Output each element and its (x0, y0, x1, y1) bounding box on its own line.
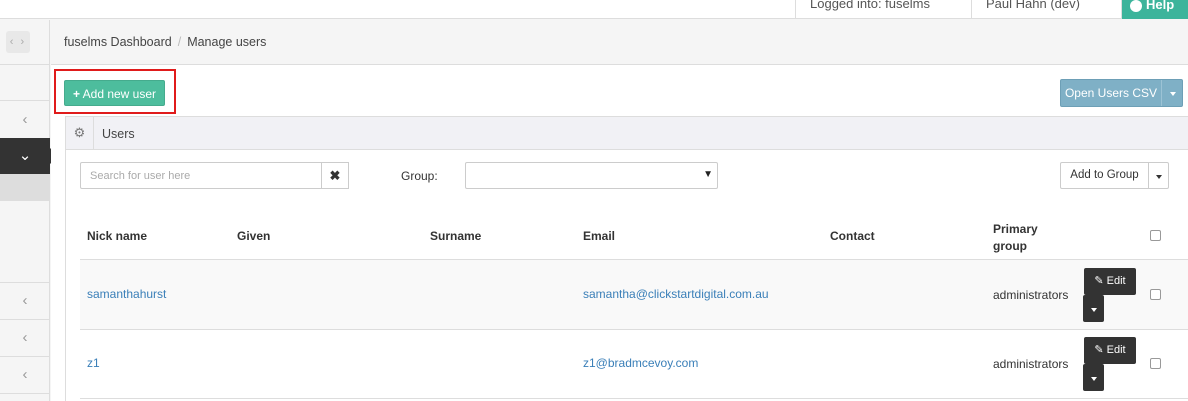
sidebar-subitem[interactable] (0, 174, 50, 201)
edit-label: Edit (1106, 275, 1126, 287)
row-nick-link[interactable]: samanthahurst (87, 287, 166, 301)
caret-down-icon (1156, 174, 1162, 179)
top-header: Logged into: fuselms Paul Hahn (dev) Hel… (0, 0, 1188, 19)
row-checkbox[interactable] (1150, 358, 1161, 369)
column-header-contact[interactable]: Contact (830, 229, 875, 243)
row-primary-group: administrators (993, 357, 1069, 371)
main-content: + Add new user Open Users CSV ⚙ Users ✖ … (51, 65, 1188, 401)
breadcrumb: fuselms Dashboard / Manage users (51, 20, 1188, 65)
logged-in-label: Logged into: fuselms (795, 0, 972, 19)
sidebar-divider (0, 393, 50, 394)
sidebar-item-chevron-icon[interactable]: ‹ (0, 283, 50, 319)
open-users-csv-label: Open Users CSV (1064, 86, 1158, 100)
gear-icon[interactable]: ⚙ (66, 117, 94, 149)
edit-button[interactable]: ✎ Edit (1084, 268, 1136, 295)
panel-title: Users (102, 127, 135, 141)
column-header-primary-line2: group (993, 239, 1027, 253)
row-nick-link[interactable]: z1 (87, 356, 100, 370)
add-to-group-label: Add to Group (1070, 169, 1139, 181)
user-menu[interactable]: Paul Hahn (dev) (971, 0, 1122, 19)
add-to-group-button[interactable]: Add to Group (1060, 162, 1169, 189)
column-header-primary-group[interactable]: Primary group (993, 221, 1038, 255)
caret-down-icon (1090, 376, 1097, 381)
sidebar-toggle-arrows-icon[interactable]: ‹ › (6, 31, 30, 53)
plus-icon: + (72, 87, 80, 101)
breadcrumb-current: Manage users (187, 35, 267, 49)
row-actions-dropdown[interactable] (1083, 295, 1104, 322)
group-label: Group: (401, 169, 438, 183)
row-checkbox[interactable] (1150, 289, 1161, 300)
sidebar-item-users-active[interactable]: ⌄ (0, 138, 58, 174)
group-select[interactable]: ▼ (465, 162, 718, 189)
panel-header: ⚙ Users (66, 117, 1188, 150)
help-icon (1130, 0, 1142, 12)
edit-icon: ✎ (1094, 344, 1104, 356)
sidebar-item-collapse-icon[interactable]: ‹ (0, 102, 50, 138)
help-button[interactable]: Help (1122, 0, 1188, 19)
sidebar-divider (0, 100, 50, 101)
clear-search-button[interactable]: ✖ (321, 162, 349, 189)
row-divider (80, 329, 1188, 330)
breadcrumb-dashboard-link[interactable]: fuselms Dashboard (64, 35, 172, 49)
row-actions-dropdown[interactable] (1083, 364, 1104, 391)
column-header-primary-line1: Primary (993, 222, 1038, 236)
row-divider (80, 398, 1188, 399)
users-panel: ⚙ Users ✖ Group: ▼ Add to Group Nick nam… (65, 116, 1188, 401)
add-new-user-button[interactable]: + Add new user (64, 80, 165, 106)
caret-down-icon (1169, 92, 1176, 96)
row-email-link[interactable]: z1@bradmcevoy.com (583, 356, 698, 370)
edit-icon: ✎ (1094, 275, 1104, 287)
column-header-surname[interactable]: Surname (430, 229, 481, 243)
caret-down-icon (1090, 307, 1097, 312)
sidebar-divider (0, 64, 50, 65)
edit-label: Edit (1106, 344, 1126, 356)
add-new-user-label: Add new user (82, 87, 157, 101)
open-users-csv-button[interactable]: Open Users CSV (1060, 79, 1183, 107)
column-header-email[interactable]: Email (583, 229, 615, 243)
open-users-csv-dropdown[interactable] (1161, 80, 1183, 106)
search-input[interactable] (80, 162, 322, 189)
sidebar-item-chevron-icon[interactable]: ‹ (0, 320, 50, 356)
row-email-link[interactable]: samantha@clickstartdigital.com.au (583, 287, 769, 301)
column-header-given[interactable]: Given (237, 229, 270, 243)
edit-button[interactable]: ✎ Edit (1084, 337, 1136, 364)
add-to-group-dropdown[interactable] (1148, 163, 1169, 188)
select-caret-icon: ▼ (703, 169, 713, 180)
breadcrumb-separator: / (177, 35, 182, 49)
select-all-checkbox[interactable] (1150, 230, 1161, 241)
sidebar-item-chevron-icon[interactable]: ‹ (0, 357, 50, 393)
sidebar: ‹ › ‹ ⌄ ‹ ‹ ‹ (0, 20, 58, 401)
column-header-nick[interactable]: Nick name (87, 229, 147, 243)
row-primary-group: administrators (993, 288, 1069, 302)
help-label: Help (1146, 0, 1175, 12)
